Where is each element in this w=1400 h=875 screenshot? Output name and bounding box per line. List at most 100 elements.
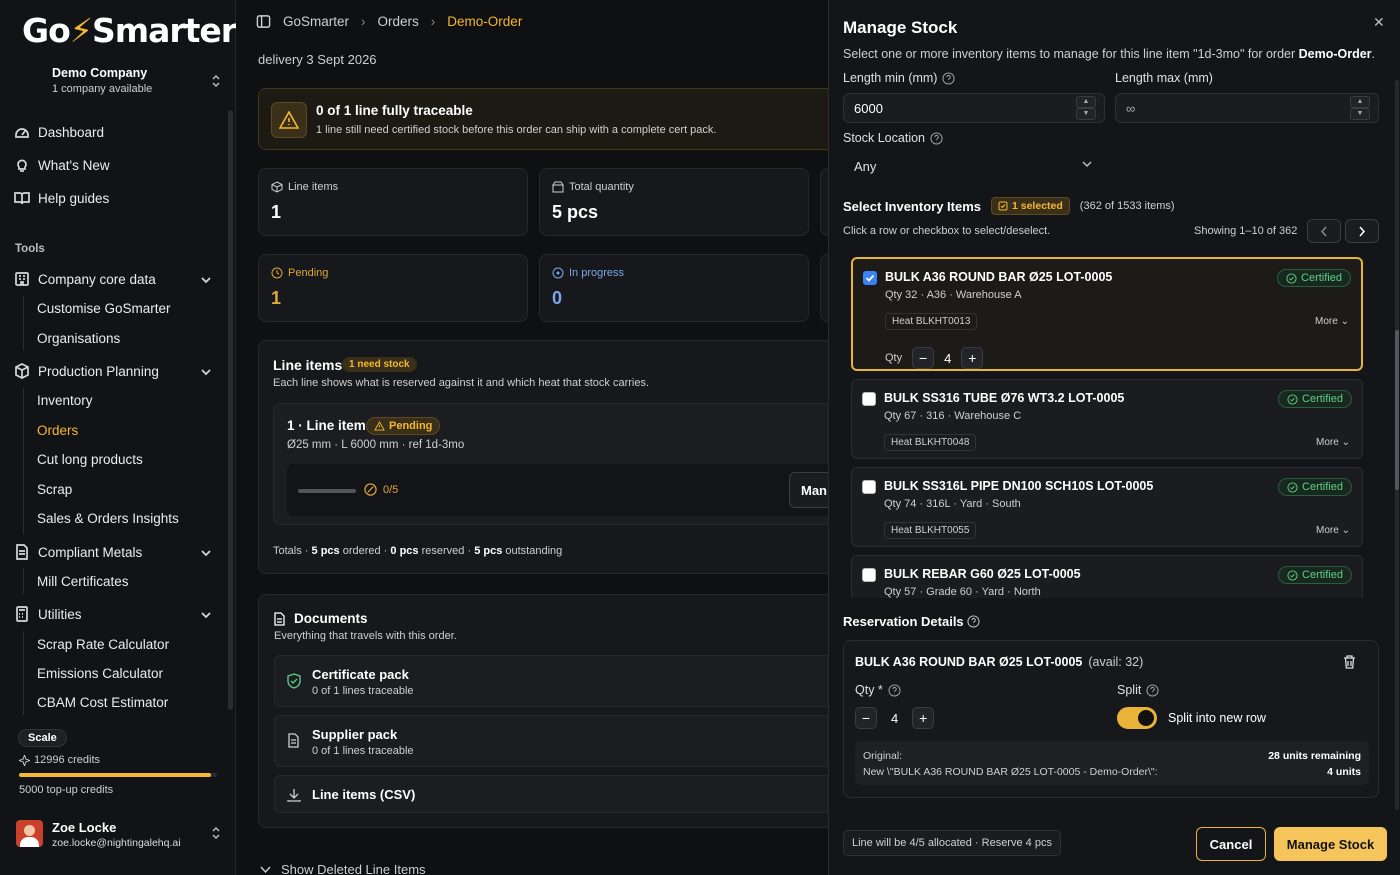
inventory-row[interactable]: BULK A36 ROUND BAR Ø25 LOT-0005 Qty 32 ·… bbox=[851, 257, 1363, 371]
doc-supplier-pack[interactable]: Supplier pack 0 of 1 lines traceable bbox=[274, 715, 828, 767]
calculator-icon bbox=[16, 606, 28, 622]
nav-scrap-rate-calculator[interactable]: Scrap Rate Calculator bbox=[37, 637, 169, 652]
split-toggle[interactable] bbox=[1117, 707, 1157, 729]
sidebar-scrollbar[interactable] bbox=[228, 110, 233, 710]
check-icon bbox=[865, 274, 875, 282]
more-toggle[interactable]: More ⌄ bbox=[1316, 437, 1350, 448]
stepper-down-icon[interactable]: ▼ bbox=[1350, 108, 1370, 120]
nav-customise-gosmarter[interactable]: Customise GoSmarter bbox=[37, 301, 171, 316]
minus-icon[interactable]: − bbox=[855, 707, 877, 729]
row-checkbox[interactable] bbox=[863, 271, 877, 285]
cancel-button[interactable]: Cancel bbox=[1196, 827, 1266, 861]
nav-dashboard[interactable]: Dashboard bbox=[14, 124, 104, 140]
nav-inventory[interactable]: Inventory bbox=[37, 393, 93, 408]
split-toggle-label: Split into new row bbox=[1168, 711, 1266, 725]
check-circle-icon bbox=[1286, 272, 1297, 284]
submenu-line bbox=[23, 631, 24, 715]
chevron-left-icon bbox=[1320, 226, 1327, 236]
inventory-list[interactable]: BULK A36 ROUND BAR Ø25 LOT-0005 Qty 32 ·… bbox=[843, 250, 1367, 598]
stepper-up-icon[interactable]: ▲ bbox=[1350, 96, 1370, 108]
doc-name: Supplier pack bbox=[312, 727, 398, 742]
item-name: BULK REBAR G60 Ø25 LOT-0005 bbox=[884, 567, 1081, 581]
new-row-units: 4 units bbox=[1327, 766, 1361, 778]
totals-outstanding: 5 pcs bbox=[474, 545, 503, 557]
stock-location-select[interactable]: Any bbox=[843, 152, 1093, 182]
row-checkbox[interactable] bbox=[862, 568, 876, 582]
allocation-count: 0/5 bbox=[383, 483, 399, 496]
documents-section: Documents Everything that travels with t… bbox=[258, 594, 828, 828]
row-checkbox[interactable] bbox=[862, 392, 876, 406]
nav-company-core-data[interactable]: Company core data bbox=[14, 271, 214, 287]
nav-production-planning[interactable]: Production Planning bbox=[14, 363, 214, 379]
manage-stock-button[interactable]: Manage Stock bbox=[1274, 827, 1387, 861]
length-min-input[interactable]: 6000 ▲ ▼ bbox=[843, 93, 1105, 123]
trash-icon[interactable] bbox=[1343, 655, 1356, 669]
nav-mill-certificates[interactable]: Mill Certificates bbox=[37, 574, 129, 589]
length-min-label: Length min (mm) bbox=[843, 72, 956, 85]
nav-sales-orders-insights[interactable]: Sales & Orders Insights bbox=[37, 511, 179, 526]
inventory-row[interactable]: BULK SS316L PIPE DN100 SCH10S LOT-0005 Q… bbox=[851, 467, 1363, 547]
company-switcher[interactable]: Demo Company 1 company available bbox=[52, 66, 222, 95]
help-circle-icon[interactable] bbox=[942, 72, 956, 85]
gosmarter-logo[interactable]: Go ⚡ Smarter bbox=[22, 10, 237, 50]
inventory-row[interactable]: BULK SS316 TUBE Ø76 WT3.2 LOT-0005 Qty 6… bbox=[851, 379, 1363, 459]
help-circle-icon[interactable] bbox=[888, 683, 901, 697]
help-circle-icon[interactable] bbox=[967, 615, 980, 628]
line-item-card[interactable]: 1 · Line item Pending Ø25 mm · L 6000 mm… bbox=[273, 403, 828, 525]
manage-stock-line-button[interactable]: Man bbox=[789, 472, 828, 508]
breadcrumb-gosmarter[interactable]: GoSmarter bbox=[283, 14, 349, 29]
chevron-down-icon bbox=[201, 550, 211, 557]
nav-orders[interactable]: Orders bbox=[37, 423, 78, 438]
prev-page-button[interactable] bbox=[1307, 219, 1341, 243]
show-deleted-toggle[interactable]: Show Deleted Line Items bbox=[260, 862, 426, 875]
stat-in-progress-value: 0 bbox=[552, 288, 563, 308]
credits-readout: 12996 credits bbox=[19, 754, 100, 766]
length-min-stepper[interactable]: ▲ ▼ bbox=[1076, 96, 1096, 120]
panel-scrollbar-thumb[interactable] bbox=[1395, 330, 1399, 490]
tools-heading: Tools bbox=[15, 243, 45, 255]
panel-scrollbar[interactable] bbox=[1395, 80, 1399, 810]
new-row-label: New \"BULK A36 ROUND BAR Ø25 LOT-0005 - … bbox=[863, 766, 1158, 778]
nav-utilities[interactable]: Utilities bbox=[14, 606, 214, 622]
row-checkbox[interactable] bbox=[862, 480, 876, 494]
more-toggle[interactable]: More ⌄ bbox=[1316, 525, 1350, 536]
breadcrumb-orders[interactable]: Orders bbox=[378, 14, 419, 29]
user-menu[interactable]: Zoe Locke zoe.locke@nightingalehq.ai bbox=[16, 818, 222, 852]
nav-compliant-metals[interactable]: Compliant Metals bbox=[14, 544, 214, 560]
more-toggle[interactable]: More ⌄ bbox=[1315, 316, 1349, 327]
nav-cut-long-products[interactable]: Cut long products bbox=[37, 452, 143, 467]
next-page-button[interactable] bbox=[1345, 219, 1379, 243]
stepper-down-icon[interactable]: ▼ bbox=[1076, 108, 1096, 120]
certified-text: Certified bbox=[1302, 481, 1343, 493]
nav-help-guides[interactable]: Help guides bbox=[14, 190, 109, 206]
close-icon[interactable]: ✕ bbox=[1373, 14, 1385, 31]
checkbox-icon bbox=[998, 201, 1008, 211]
line-items-title: Line items bbox=[273, 357, 343, 373]
nav-whats-new[interactable]: What's New bbox=[14, 157, 110, 173]
inventory-count: (362 of 1533 items) bbox=[1079, 200, 1175, 212]
doc-sub: 0 of 1 lines traceable bbox=[312, 745, 414, 757]
nav-scrap[interactable]: Scrap bbox=[37, 482, 72, 497]
doc-certificate-pack[interactable]: Certificate pack 0 of 1 lines traceable bbox=[274, 655, 828, 707]
plus-icon[interactable]: + bbox=[912, 707, 935, 729]
length-max-stepper[interactable]: ▲ ▼ bbox=[1350, 96, 1370, 120]
inventory-row[interactable]: BULK REBAR G60 Ø25 LOT-0005 Qty 57 · Gra… bbox=[851, 555, 1363, 598]
help-circle-icon[interactable] bbox=[930, 131, 943, 145]
nav-organisations[interactable]: Organisations bbox=[37, 331, 120, 346]
stepper-up-icon[interactable]: ▲ bbox=[1076, 96, 1096, 108]
panel-scroll-body[interactable]: Length min (mm) Length max (mm) 6000 ▲ ▼ … bbox=[829, 72, 1400, 810]
chevron-down-icon bbox=[1082, 161, 1092, 168]
select-inventory-header: Select Inventory Items 1 selected (362 o… bbox=[843, 197, 1175, 215]
help-circle-icon[interactable] bbox=[1146, 683, 1159, 697]
nav-cbam-cost-estimator[interactable]: CBAM Cost Estimator bbox=[37, 695, 168, 710]
topup-credits: 5000 top-up credits bbox=[19, 784, 114, 796]
length-max-input[interactable]: ∞ ▲ ▼ bbox=[1115, 93, 1379, 123]
nav-emissions-calculator[interactable]: Emissions Calculator bbox=[37, 666, 163, 681]
certified-text: Certified bbox=[1302, 569, 1343, 581]
doc-line-items-csv[interactable]: Line items (CSV) bbox=[274, 775, 828, 813]
documents-description: Everything that travels with this order. bbox=[274, 630, 457, 642]
plus-icon[interactable]: + bbox=[961, 347, 984, 369]
minus-icon[interactable]: − bbox=[912, 347, 935, 369]
totals-outstanding-text: outstanding bbox=[502, 545, 563, 557]
sidebar-toggle-icon[interactable] bbox=[256, 14, 271, 29]
